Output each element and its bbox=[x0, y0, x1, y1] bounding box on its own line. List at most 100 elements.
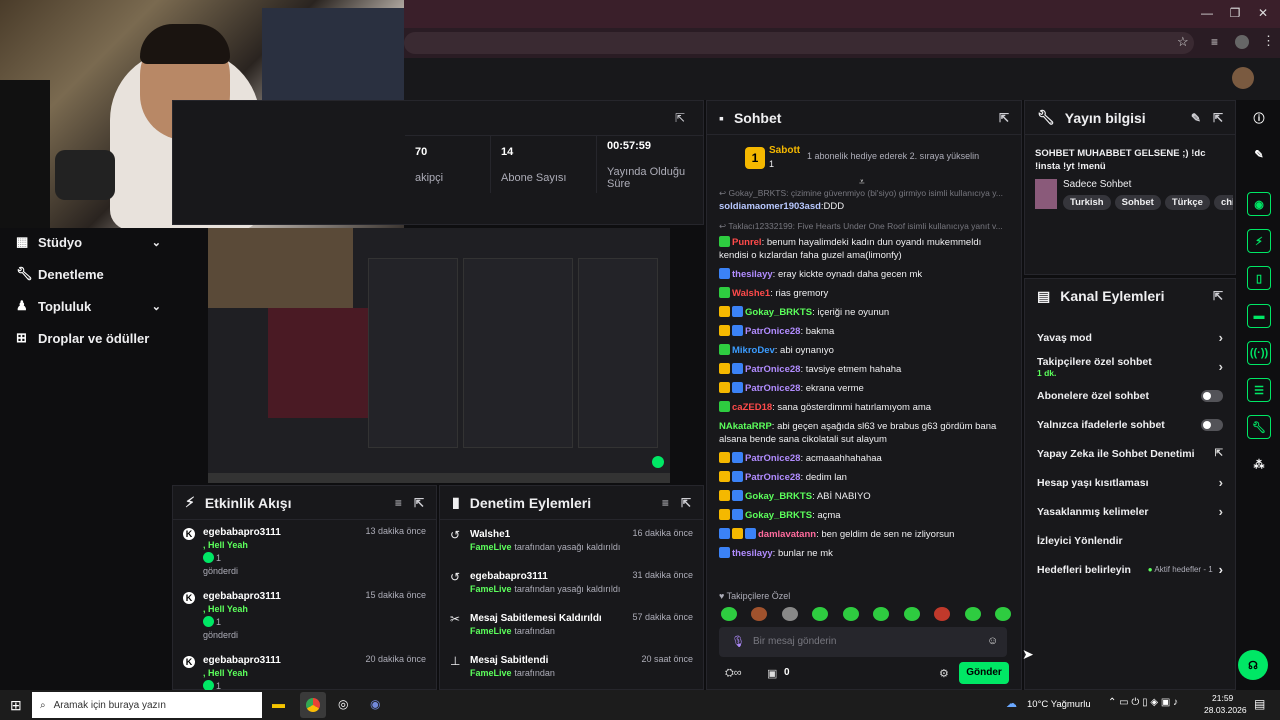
chat-username[interactable]: soldiamaomer1903asd bbox=[719, 201, 821, 212]
tag[interactable]: Turkish bbox=[1063, 195, 1111, 210]
wrench-icon[interactable]: 🔧︎ bbox=[1247, 415, 1271, 439]
chat-username[interactable]: Gokay_BRKTS bbox=[745, 307, 812, 318]
media-icon[interactable]: ≡ bbox=[1211, 35, 1218, 49]
notification-icon[interactable]: ▤ bbox=[1254, 697, 1265, 711]
popout-icon[interactable]: ⇱ bbox=[681, 496, 691, 510]
taskbar-search[interactable]: ⌕ Aramak için buraya yazın bbox=[32, 692, 262, 718]
tray-icons[interactable]: ⌃ ▭ ⏻ ▯ ◈ ▣ ♪ bbox=[1108, 697, 1178, 708]
chat-username[interactable]: PatrOnice28 bbox=[745, 364, 800, 375]
activity-user[interactable]: egebabapro3111 bbox=[203, 654, 357, 667]
ai-moderation-item[interactable]: Yapay Zeka ile Sohbet Denetimi ⇱ bbox=[1025, 439, 1235, 468]
category-name[interactable]: Sadece Sohbet bbox=[1063, 179, 1131, 190]
clock-time[interactable]: 21:59 bbox=[1212, 693, 1233, 703]
panel-icon[interactable]: ☰ bbox=[1247, 378, 1271, 402]
emote-icon[interactable] bbox=[842, 607, 859, 621]
chat-username[interactable]: PatrOnice28 bbox=[745, 326, 800, 337]
kick-points-icon[interactable]: ⛭∞ bbox=[725, 667, 742, 680]
emote-icon[interactable] bbox=[751, 607, 768, 621]
raid-item[interactable]: İzleyici Yönlendir bbox=[1025, 526, 1235, 555]
chat-username[interactable]: Walshe1 bbox=[732, 288, 770, 299]
user-avatar[interactable] bbox=[1232, 67, 1254, 89]
popout-icon[interactable]: ⇱ bbox=[414, 496, 424, 510]
windows-start-icon[interactable]: ⊞ bbox=[10, 697, 22, 714]
goals-item[interactable]: Hedefleri belirleyin ● Aktif hedefler - 1… bbox=[1025, 555, 1235, 584]
chat-icon[interactable]: ▬ bbox=[1247, 304, 1271, 328]
emote-icon[interactable] bbox=[721, 607, 737, 621]
mod-action-title[interactable]: egebabapro3111 bbox=[470, 570, 624, 583]
notes-icon[interactable]: ▯ bbox=[1247, 266, 1271, 290]
chat-username[interactable]: damlavatann bbox=[758, 529, 816, 540]
gift-sub-prompt[interactable]: 1 abonelik hediye ederek 2. sıraya yükse… bbox=[807, 151, 979, 161]
emote-only-toggle[interactable] bbox=[1201, 418, 1223, 431]
camera-icon[interactable]: ◉ bbox=[1247, 192, 1271, 216]
tag[interactable]: Türkçe bbox=[1164, 195, 1210, 210]
gift-icon[interactable]: ▣ bbox=[767, 667, 777, 680]
chat-username[interactable]: PatrOnice28 bbox=[745, 453, 800, 464]
emote-icon[interactable] bbox=[964, 607, 981, 621]
account-age-item[interactable]: Hesap yaşı kısıtlaması › bbox=[1025, 468, 1235, 497]
info-icon[interactable]: ⓘ bbox=[1247, 106, 1271, 130]
followers-only-item[interactable]: Takipçilere özel sohbet 1 dk. › bbox=[1025, 352, 1235, 381]
emoji-icon[interactable]: ☺ bbox=[987, 635, 998, 647]
popout-icon[interactable]: ⇱ bbox=[1213, 111, 1223, 125]
emote-icon[interactable] bbox=[812, 607, 829, 621]
chat-username[interactable]: caZED18 bbox=[732, 402, 772, 413]
emote-icon[interactable] bbox=[903, 607, 920, 621]
chat-username[interactable]: PatrOnice28 bbox=[745, 383, 800, 394]
mic-icon[interactable]: 🎙︎ bbox=[731, 635, 745, 648]
emote-icon[interactable] bbox=[934, 607, 951, 621]
file-explorer-icon[interactable]: ▬ bbox=[272, 696, 285, 711]
edit-icon[interactable]: ✎ bbox=[1191, 111, 1201, 125]
address-bar[interactable] bbox=[404, 32, 1194, 54]
chat-username[interactable]: NAkataRRP bbox=[719, 421, 772, 432]
minimize-button[interactable]: — bbox=[1198, 6, 1216, 22]
chat-username[interactable]: Gokay_BRKTS bbox=[745, 510, 812, 521]
chat-username[interactable]: MikroDev bbox=[732, 345, 775, 356]
weather-text[interactable]: 10°C Yağmurlu bbox=[1027, 699, 1091, 710]
tag[interactable]: chi bbox=[1213, 195, 1233, 210]
chat-input-box[interactable]: 🎙︎ Bir mesaj gönderin ☺ bbox=[719, 627, 1007, 657]
maximize-button[interactable]: ❐ bbox=[1226, 6, 1244, 22]
sidebar-item-drops[interactable]: ⊞ Droplar ve ödüller bbox=[16, 328, 161, 348]
chat-username[interactable]: thesilayy bbox=[732, 548, 773, 559]
bookmark-star-icon[interactable]: ☆ bbox=[1177, 34, 1189, 50]
mod-action-title[interactable]: Walshe1 bbox=[470, 528, 624, 541]
leaderboard-user[interactable]: Sabott bbox=[769, 145, 800, 156]
emote-icon[interactable] bbox=[781, 607, 798, 621]
filter-icon[interactable]: ≡ bbox=[662, 496, 669, 510]
popout-icon[interactable]: ⇱ bbox=[675, 111, 685, 125]
sidebar-item-community[interactable]: ♟ Topluluk ⌄ bbox=[16, 296, 161, 316]
sidebar-item-studio[interactable]: ▦ Stüdyo ⌄ bbox=[16, 232, 161, 252]
stream-preview[interactable] bbox=[208, 228, 670, 483]
filter-icon[interactable]: ≡ bbox=[395, 496, 402, 510]
emote-icon[interactable] bbox=[873, 607, 890, 621]
discord-icon[interactable]: ◉ bbox=[370, 697, 380, 711]
close-button[interactable]: ✕ bbox=[1254, 6, 1272, 22]
support-icon[interactable]: ☊ bbox=[1238, 650, 1268, 680]
broadcast-icon[interactable]: ((·)) bbox=[1247, 341, 1271, 365]
popout-icon[interactable]: ⇱ bbox=[999, 111, 1009, 125]
browser-menu-icon[interactable]: ⋮ bbox=[1262, 33, 1275, 49]
subs-only-toggle[interactable] bbox=[1201, 389, 1223, 402]
mod-action-title[interactable]: Mesaj Sabitlendi bbox=[470, 654, 633, 667]
obs-icon[interactable]: ◎ bbox=[338, 697, 348, 711]
mod-action-title[interactable]: Mesaj Sabitlemesi Kaldırıldı bbox=[470, 612, 624, 625]
banned-words-item[interactable]: Yasaklanmış kelimeler › bbox=[1025, 497, 1235, 526]
send-button[interactable]: Gönder bbox=[959, 662, 1009, 684]
popout-icon[interactable]: ⇱ bbox=[1213, 289, 1223, 303]
community-icon[interactable]: ⁂ bbox=[1247, 452, 1271, 476]
sidebar-item-moderation[interactable]: 🔧︎ Denetleme bbox=[16, 264, 161, 284]
profile-icon[interactable] bbox=[1235, 35, 1249, 49]
chat-username[interactable]: PatrOnice28 bbox=[745, 472, 800, 483]
chat-username[interactable]: Gokay_BRKTS bbox=[745, 491, 812, 502]
chat-input[interactable]: Bir mesaj gönderin bbox=[753, 636, 836, 647]
activity-user[interactable]: egebabapro3111 bbox=[203, 526, 357, 539]
bolt-icon[interactable]: ⚡︎ bbox=[1247, 229, 1271, 253]
clock-date[interactable]: 28.03.2026 bbox=[1204, 705, 1247, 715]
chat-settings-icon[interactable]: ⚙ bbox=[939, 667, 949, 680]
chat-username[interactable]: Punrel bbox=[732, 237, 762, 248]
chat-username[interactable]: thesilayy bbox=[732, 269, 773, 280]
emote-icon[interactable] bbox=[994, 607, 1011, 621]
edit-icon[interactable]: ✎ bbox=[1247, 142, 1271, 166]
tag[interactable]: Sohbet bbox=[1114, 195, 1161, 210]
